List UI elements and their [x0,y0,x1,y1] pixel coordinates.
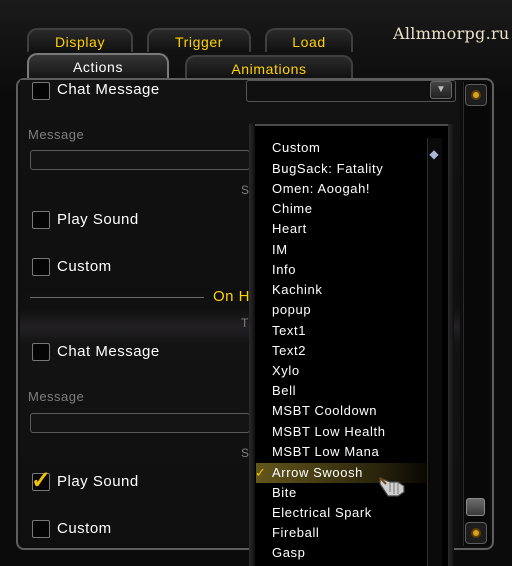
dropdown-option[interactable]: MSBT Cooldown [272,401,377,421]
hide-message-label: Message [28,389,85,404]
section-divider [30,297,204,298]
show-sound-label: S [241,183,250,197]
show-custom-checkbox[interactable] [32,258,50,276]
checkmark-icon: ✓ [255,465,266,480]
gold-orb-icon [471,90,481,100]
hide-custom-label: Custom [57,520,112,537]
hide-custom-checkbox[interactable] [32,520,50,538]
dropdown-option-selected[interactable]: Arrow Swoosh [272,463,363,483]
hide-message-input[interactable] [30,413,250,433]
dropdown-option[interactable]: Xylo [272,361,300,381]
chevron-down-icon[interactable]: ▼ [430,81,452,99]
dropdown-option[interactable]: Kachink [272,280,322,300]
panel-scrollbar[interactable] [463,82,490,546]
show-message-label: Message [28,127,85,142]
dropdown-option[interactable]: BugSack: Fatality [272,159,383,179]
hide-chat-message-checkbox[interactable] [32,343,50,361]
tab-trigger[interactable]: Trigger [147,28,251,52]
dropdown-option[interactable]: Electrical Spark [272,503,372,523]
dropdown-option[interactable]: Bite [272,483,297,503]
dropdown-option[interactable]: Fireball [272,523,319,543]
gold-orb-icon [471,528,481,538]
dropdown-option[interactable]: Custom [272,138,320,158]
show-play-sound-label: Play Sound [57,211,139,228]
dropdown-option[interactable]: Chime [272,199,313,219]
hide-chat-message-label: Chat Message [57,343,160,360]
dropdown-option[interactable]: Omen: Aoogah! [272,179,370,199]
dropdown-option[interactable]: MSBT Low Mana [272,442,379,462]
dropdown-option[interactable]: Info [272,260,296,280]
show-chat-type-dropdown[interactable] [246,80,456,102]
dropdown-border-left [249,124,255,566]
scroll-down-button[interactable] [465,522,487,544]
scroll-thumb[interactable] [466,498,485,516]
dropdown-scroll-knob-icon[interactable]: ◆ [428,147,440,161]
tab-load[interactable]: Load [265,28,353,52]
dropdown-option[interactable]: popup [272,300,311,320]
tab-actions[interactable]: Actions [27,53,169,80]
scroll-up-button[interactable] [465,84,487,106]
watermark: Allmmorpg.ru [393,24,510,43]
on-hide-subtitle: T [241,316,249,330]
show-custom-label: Custom [57,258,112,275]
dropdown-option[interactable]: Heart [272,219,307,239]
hide-play-sound-label: Play Sound [57,473,139,490]
tab-animations[interactable]: Animations [185,55,353,79]
tab-display[interactable]: Display [27,28,133,52]
dropdown-option[interactable]: Gasp [272,543,305,563]
hide-sound-label: S [241,446,250,460]
dropdown-option[interactable]: Bell [272,381,296,401]
dropdown-option[interactable]: Text1 [272,321,306,341]
hand-pointer-icon [379,477,405,497]
checkmark-icon: ✓ [31,467,52,494]
dropdown-border-right [448,124,454,566]
show-message-input[interactable] [30,150,250,170]
on-hide-section-title: On H [213,288,251,305]
show-play-sound-checkbox[interactable] [32,211,50,229]
show-chat-message-checkbox[interactable] [32,82,50,100]
dropdown-option[interactable]: Text2 [272,341,306,361]
dropdown-scrollbar[interactable] [427,138,442,566]
dropdown-option[interactable]: MSBT Low Health [272,422,386,442]
show-chat-message-label: Chat Message [57,81,160,98]
dropdown-option[interactable]: IM [272,240,288,260]
